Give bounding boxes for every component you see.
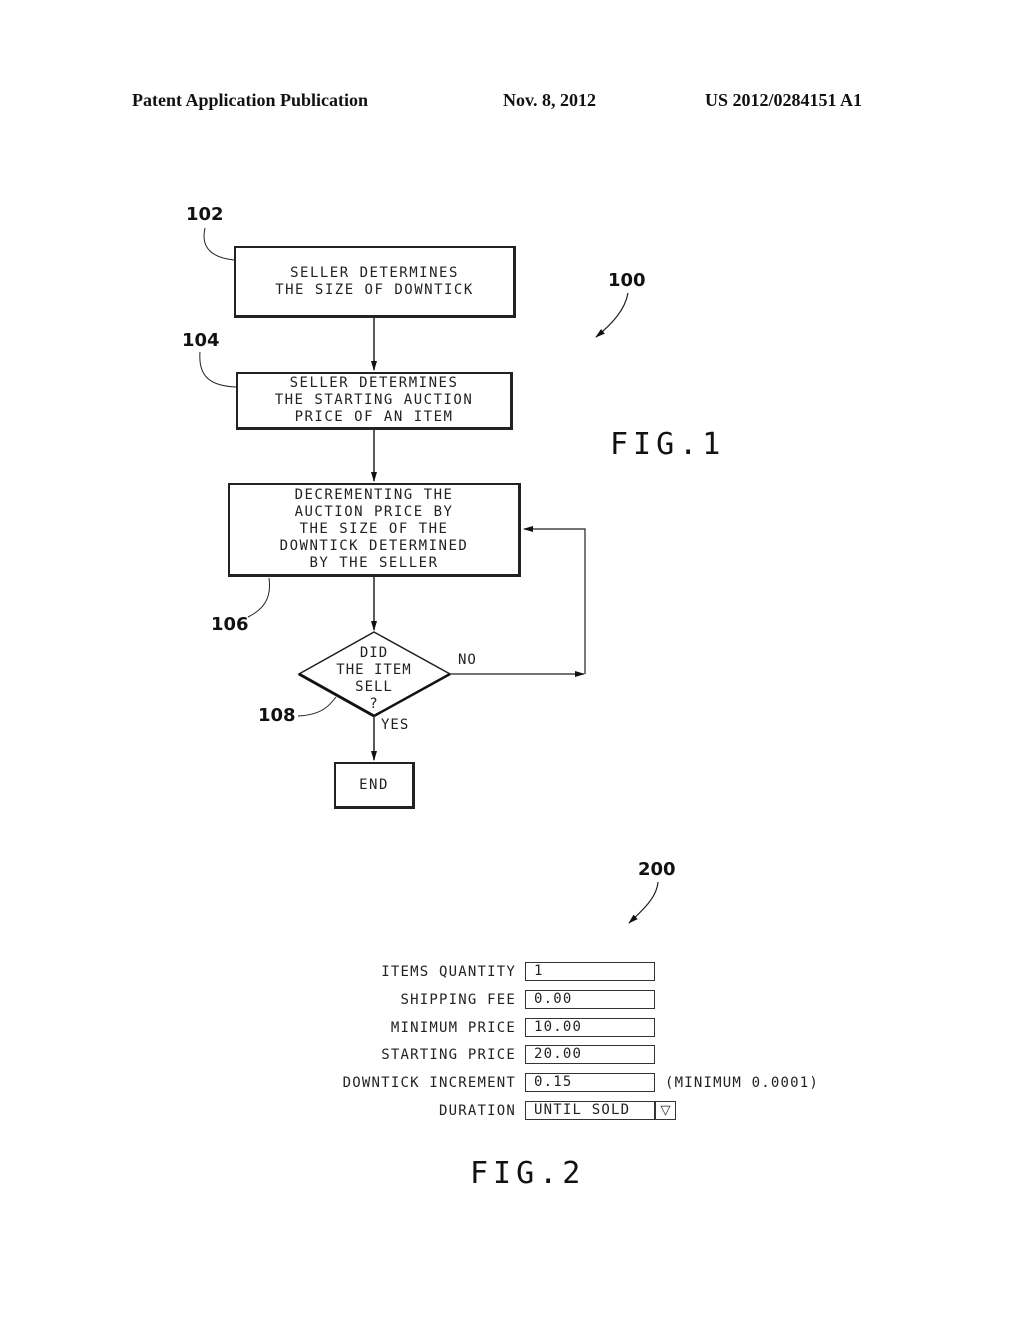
downtick-minimum-note: (MINIMUM 0.0001) (665, 1075, 820, 1091)
step-text-104: SELLER DETERMINES THE STARTING AUCTION P… (274, 375, 474, 425)
step-text-106: DECREMENTING THE AUCTION PRICE BY THE SI… (279, 487, 469, 571)
starting-price-label: STARTING PRICE (381, 1047, 516, 1063)
starting-price-input[interactable]: 20.00 (525, 1045, 655, 1064)
leader-106 (247, 577, 271, 618)
items-quantity-label: ITEMS QUANTITY (381, 964, 516, 980)
form-row-shipping-fee: SHIPPING FEE 0.00 (0, 990, 1024, 1010)
step-box-104: SELLER DETERMINES THE STARTING AUCTION P… (236, 372, 513, 430)
shipping-fee-input[interactable]: 0.00 (525, 990, 655, 1009)
ref-108: 108 (258, 705, 296, 726)
ref-100: 100 (608, 270, 646, 291)
step-text-102: SELLER DETERMINES THE SIZE OF DOWNTICK (275, 264, 474, 298)
form-row-downtick-increment: DOWNTICK INCREMENT 0.15 (MINIMUM 0.0001) (0, 1073, 1024, 1093)
triangle-down-icon: ▽ (660, 1103, 671, 1118)
leader-104 (199, 351, 237, 388)
duration-select[interactable]: UNTIL SOLD (525, 1101, 655, 1120)
form-row-items-quantity: ITEMS QUANTITY 1 (0, 962, 1024, 982)
duration-label: DURATION (438, 1103, 516, 1119)
downtick-increment-input[interactable]: 0.15 (525, 1073, 655, 1092)
items-quantity-input[interactable]: 1 (525, 962, 655, 981)
form-row-duration: DURATION UNTIL SOLD ▽ (0, 1101, 1024, 1121)
decision-no-label: NO (458, 652, 477, 668)
end-text: END (359, 776, 389, 793)
leader-102 (203, 227, 235, 261)
shipping-fee-label: SHIPPING FEE (400, 992, 516, 1008)
fig2-caption: FIG.2 (470, 1156, 586, 1191)
pointer-200 (628, 881, 659, 924)
pointer-100 (595, 292, 629, 338)
duration-dropdown-button[interactable]: ▽ (655, 1101, 676, 1120)
decision-yes-label: YES (381, 717, 410, 733)
downtick-increment-label: DOWNTICK INCREMENT (342, 1075, 516, 1091)
flowchart-connectors (199, 227, 659, 924)
loop-back-line (523, 526, 586, 674)
end-box: END (334, 762, 415, 809)
minimum-price-label: MINIMUM PRICE (390, 1020, 516, 1036)
form-row-starting-price: STARTING PRICE 20.00 (0, 1045, 1024, 1065)
ref-106: 106 (211, 614, 249, 635)
step-box-102: SELLER DETERMINES THE SIZE OF DOWNTICK (234, 246, 516, 318)
ref-104: 104 (182, 330, 220, 351)
fig1-caption: FIG.1 (610, 427, 726, 462)
decision-text-108: DID THE ITEM SELL ? (336, 645, 412, 712)
step-box-106: DECREMENTING THE AUCTION PRICE BY THE SI… (228, 483, 521, 577)
ref-200: 200 (638, 859, 676, 880)
minimum-price-input[interactable]: 10.00 (525, 1018, 655, 1037)
ref-102: 102 (186, 204, 224, 225)
form-row-minimum-price: MINIMUM PRICE 10.00 (0, 1018, 1024, 1038)
